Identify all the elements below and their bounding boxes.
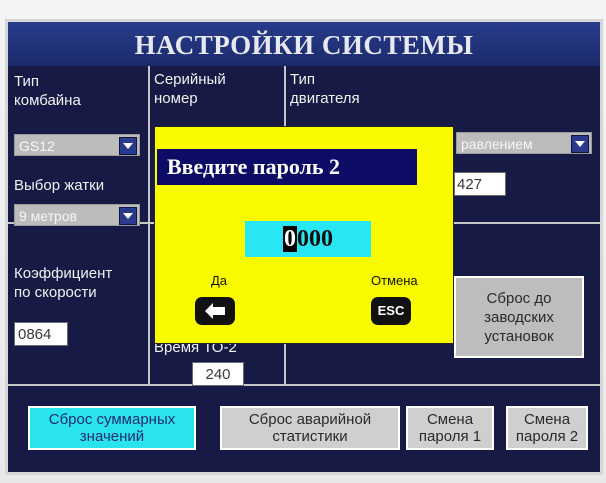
password-input[interactable]: 0000 [245,221,371,257]
engine-number-field[interactable]: 427 [454,172,506,196]
change-password-2-button[interactable]: Смена пароля 2 [506,406,588,450]
chevron-down-icon [571,135,589,153]
engine-type-select[interactable]: равлением [456,132,592,154]
reset-totals-button[interactable]: Сброс суммарных значений [28,406,196,450]
reset-alarm-stats-button[interactable]: Сброс аварийной статистики [220,406,400,450]
change-password-1-button[interactable]: Смена пароля 1 [406,406,494,450]
factory-reset-button[interactable]: Сброс до заводских установок [454,276,584,358]
chevron-down-icon [119,137,137,155]
password-dialog-title: Введите пароль 2 [157,149,417,185]
chevron-down-icon [119,207,137,225]
engine-type-label: Тип двигателя [290,71,360,107]
settings-screen: НАСТРОЙКИ СИСТЕМЫ Тип комбайна Серийный … [8,22,600,472]
speed-coef-label: Коэффициент по скорости [14,265,113,301]
header-width-select[interactable]: 9 метров [14,204,140,226]
esc-button[interactable]: ESC [371,297,411,325]
combine-type-label: Тип комбайна [14,73,81,109]
esc-key-label: ESC [377,303,405,318]
grid-divider [8,384,600,386]
speed-coef-field[interactable]: 0864 [14,322,68,346]
password-cursor-digit: 0 [283,226,297,252]
password-dialog: Введите пароль 2 0000 Да Отмена ESC [154,126,454,344]
yes-label: Да [211,273,228,288]
combine-type-select[interactable]: GS12 [14,134,140,156]
grid-divider [148,66,150,222]
cancel-label: Отмена [371,273,418,288]
enter-button[interactable] [195,297,235,325]
serial-number-label: Серийный номер [154,71,226,107]
enter-arrow-icon [205,303,225,319]
header-selection-label: Выбор жатки [14,177,105,194]
maintenance-to2-field[interactable]: 240 [192,362,244,386]
screen-title: НАСТРОЙКИ СИСТЕМЫ [8,22,600,66]
password-rest-digits: 000 [297,226,333,252]
grid-divider [148,222,150,384]
